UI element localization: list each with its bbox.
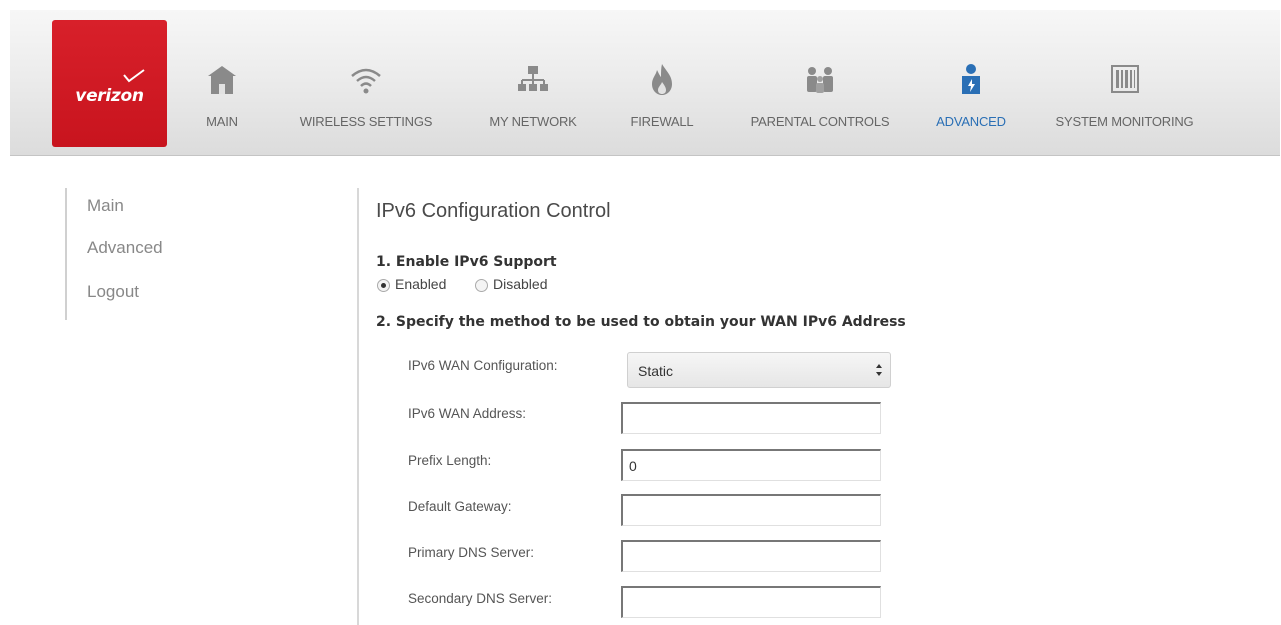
wan-config-value: Static [638, 363, 674, 379]
section-2-heading: 2. Specify the method to be used to obta… [376, 314, 906, 330]
nav-parental-controls-label: PARENTAL CONTROLS [750, 114, 890, 129]
sidebar-item-advanced[interactable]: Advanced [87, 238, 163, 258]
prefix-length-label: Prefix Length: [408, 453, 492, 468]
nav-my-network-label: MY NETWORK [489, 114, 577, 129]
content-divider [357, 188, 359, 625]
nav-firewall[interactable]: FIREWALL [622, 62, 702, 142]
wan-address-label: IPv6 WAN Address: [408, 406, 527, 421]
enabled-radio[interactable] [377, 279, 390, 292]
wan-config-label: IPv6 WAN Configuration: [408, 358, 558, 373]
family-icon [807, 67, 833, 93]
default-gateway-input[interactable] [621, 494, 881, 526]
logo-text: verizon [75, 86, 144, 106]
primary-dns-input[interactable] [621, 540, 881, 572]
sidebar-divider [65, 188, 67, 320]
primary-dns-label: Primary DNS Server: [408, 545, 535, 560]
wan-address-input[interactable] [621, 402, 881, 434]
enabled-radio-label: Enabled [395, 276, 447, 292]
logo-checkmark-icon [123, 69, 145, 83]
sidebar-item-logout[interactable]: Logout [87, 282, 139, 302]
default-gateway-label: Default Gateway: [408, 499, 512, 514]
disabled-radio[interactable] [475, 279, 488, 292]
nav-system-monitoring-label: SYSTEM MONITORING [1055, 114, 1194, 129]
nav-parental-controls[interactable]: PARENTAL CONTROLS [730, 62, 910, 142]
nav-wireless-settings-label: WIRELESS SETTINGS [299, 114, 433, 129]
nav-firewall-label: FIREWALL [630, 114, 694, 129]
nav-system-monitoring[interactable]: SYSTEM MONITORING [1042, 62, 1207, 142]
disabled-radio-label: Disabled [493, 276, 548, 292]
page-title: IPv6 Configuration Control [376, 200, 611, 222]
secondary-dns-input[interactable] [621, 586, 881, 618]
select-arrows-icon [876, 364, 882, 376]
flame-icon [652, 64, 672, 95]
nav-my-network[interactable]: MY NETWORK [478, 62, 588, 142]
sidebar-item-main[interactable]: Main [87, 196, 124, 216]
advanced-user-icon [962, 64, 980, 94]
top-nav-bar: verizon MAIN WIRELESS SETTINGS MY NETWOR… [10, 10, 1280, 156]
nav-advanced-label: ADVANCED [936, 114, 1006, 129]
nav-wireless-settings[interactable]: WIRELESS SETTINGS [286, 62, 446, 142]
home-icon [208, 66, 236, 94]
wifi-icon [351, 68, 381, 94]
nav-main[interactable]: MAIN [192, 62, 252, 142]
verizon-logo[interactable]: verizon [52, 20, 167, 147]
wan-config-select[interactable]: Static [627, 352, 891, 388]
network-icon [518, 66, 548, 91]
nav-main-label: MAIN [206, 114, 238, 129]
prefix-length-input[interactable] [621, 449, 881, 481]
section-1-heading: 1. Enable IPv6 Support [376, 254, 557, 270]
nav-advanced[interactable]: ADVANCED [926, 62, 1016, 142]
monitor-icon [1110, 65, 1139, 93]
secondary-dns-label: Secondary DNS Server: [408, 591, 553, 606]
